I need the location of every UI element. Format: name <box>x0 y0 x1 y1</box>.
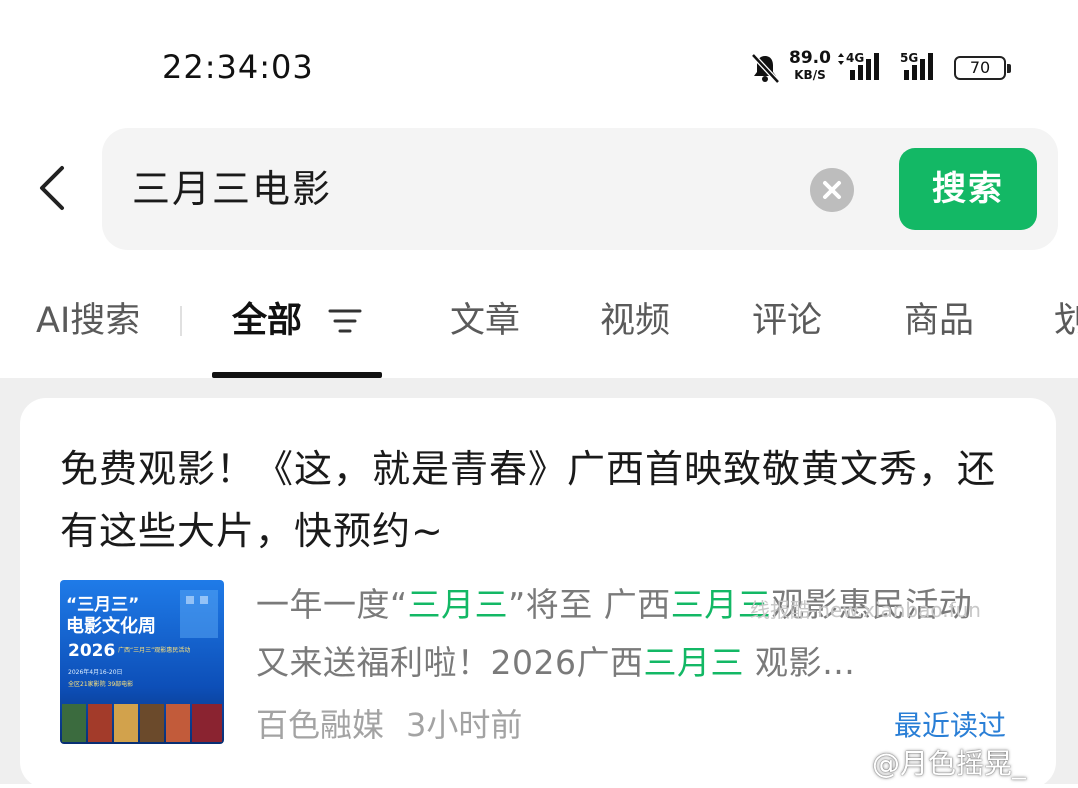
snippet-text-2: ”将至 广西 <box>508 585 671 624</box>
status-bar: 22:34:03 89.0 KB/S 4G 5G 70 <box>0 0 1078 110</box>
search-input[interactable]: 三月三电影 <box>132 128 332 250</box>
recently-read-label: 最近读过 <box>894 709 1007 742</box>
signal-5g-icon: 5G <box>900 51 933 80</box>
snippet-text-4: 观影… <box>743 643 856 682</box>
tab-all[interactable]: 全部 <box>232 292 302 343</box>
tab-more[interactable]: 划 <box>1054 292 1078 343</box>
search-bar[interactable]: 三月三电影 搜索 <box>102 128 1058 250</box>
result-card[interactable]: 免费观影！《这，就是青春》广西首映致敬黄文秀，还有这些大片，快预约~ “三月三”… <box>20 398 1056 788</box>
network-speed-value: 89.0 <box>789 48 831 68</box>
tab-comments[interactable]: 评论 <box>752 292 822 343</box>
tab-bar: AI搜索 全部 文章 视频 评论 商品 划 <box>0 262 1078 378</box>
watermark-text: 线报酷-new.xianbao.fun <box>750 598 981 622</box>
result-title[interactable]: 免费观影！《这，就是青春》广西首映致敬黄文秀，还有这些大片，快预约~ <box>60 438 1000 562</box>
snippet-text-1: 一年一度“ <box>256 585 408 624</box>
snippet-highlight-3: 三月三 <box>643 643 744 682</box>
tab-products[interactable]: 商品 <box>904 292 974 343</box>
signal-5g-label: 5G <box>900 51 918 65</box>
battery-icon: 70 <box>954 56 1011 80</box>
clock: 22:34:03 <box>162 48 314 86</box>
tab-ai-search[interactable]: AI搜索 <box>36 292 140 343</box>
network-speed: 89.0 KB/S <box>788 48 832 82</box>
result-thumbnail[interactable]: “三月三” 电影文化周 2026 广西“三月三”观影惠民活动 2026年4月16… <box>60 580 224 744</box>
corner-watermark: @月色摇晃_ <box>872 747 1027 780</box>
thumb-line4: 广西“三月三”观影惠民活动 <box>118 646 190 654</box>
back-arrow-icon[interactable] <box>28 160 84 216</box>
thumb-line3: 2026 <box>68 641 115 661</box>
tab-videos[interactable]: 视频 <box>600 292 670 343</box>
thumb-line6: 全区21家影院 39部电影 <box>68 680 133 688</box>
clear-icon[interactable] <box>810 168 854 212</box>
bell-muted-icon <box>751 53 780 84</box>
signal-4g-icon: 4G <box>838 51 879 80</box>
search-button[interactable]: 搜索 <box>899 148 1037 230</box>
result-source: 百色融媒 <box>256 706 385 744</box>
result-time: 3小时前 <box>406 706 523 744</box>
signal-4g-label: 4G <box>846 51 864 65</box>
filter-icon[interactable] <box>328 306 362 336</box>
tab-articles[interactable]: 文章 <box>450 292 520 343</box>
tab-divider <box>180 306 182 336</box>
snippet-highlight-1: 三月三 <box>407 585 509 624</box>
thumb-line1: “三月三” <box>66 595 139 615</box>
thumb-line5: 2026年4月16-20日 <box>68 668 123 676</box>
result-meta: 百色融媒 3小时前 <box>256 700 522 746</box>
thumb-line2: 电影文化周 <box>66 615 156 637</box>
network-speed-unit: KB/S <box>794 68 826 82</box>
